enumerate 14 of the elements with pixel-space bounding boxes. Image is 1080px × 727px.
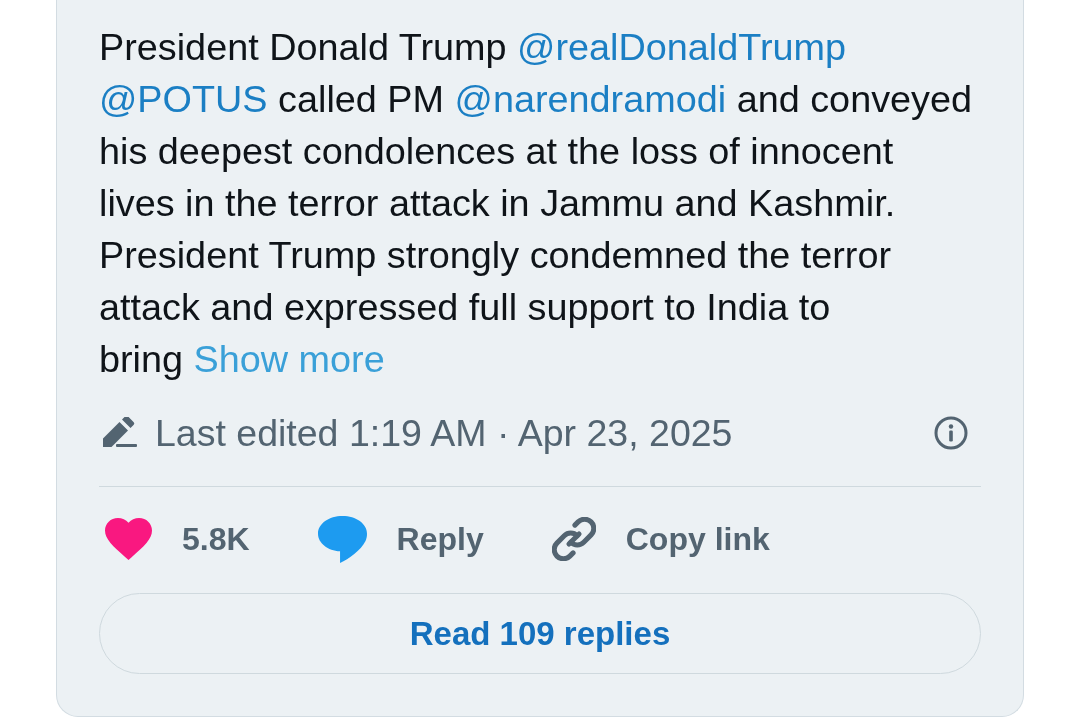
show-more-link[interactable]: Show more: [193, 338, 385, 380]
info-icon[interactable]: [934, 416, 968, 450]
heart-icon: [105, 518, 152, 560]
like-button[interactable]: 5.8K: [105, 518, 250, 560]
reply-button[interactable]: Reply: [317, 515, 484, 563]
tweet-text: President Donald Trump @realDonaldTrump @POTUS called PM @narendramodi and conveyed his deepest condolences at the loss of innocent lives in the terror attack in Jammu and Kashmir. President Trump strongly condemned the terror attack and expressed full support to India to bring Show more: [99, 25, 974, 382]
pencil-icon: [103, 417, 137, 449]
mention-link[interactable]: @POTUS: [99, 78, 268, 120]
edited-timestamp: Last edited 1:19 AM · Apr 23, 2025: [155, 411, 734, 455]
mention-link[interactable]: @realDonaldTrump: [517, 26, 847, 68]
mention-link[interactable]: @narendramodi: [454, 78, 727, 120]
copy-link-button[interactable]: Copy link: [551, 517, 770, 561]
link-icon: [551, 517, 596, 561]
speech-bubble-icon: [317, 515, 367, 563]
